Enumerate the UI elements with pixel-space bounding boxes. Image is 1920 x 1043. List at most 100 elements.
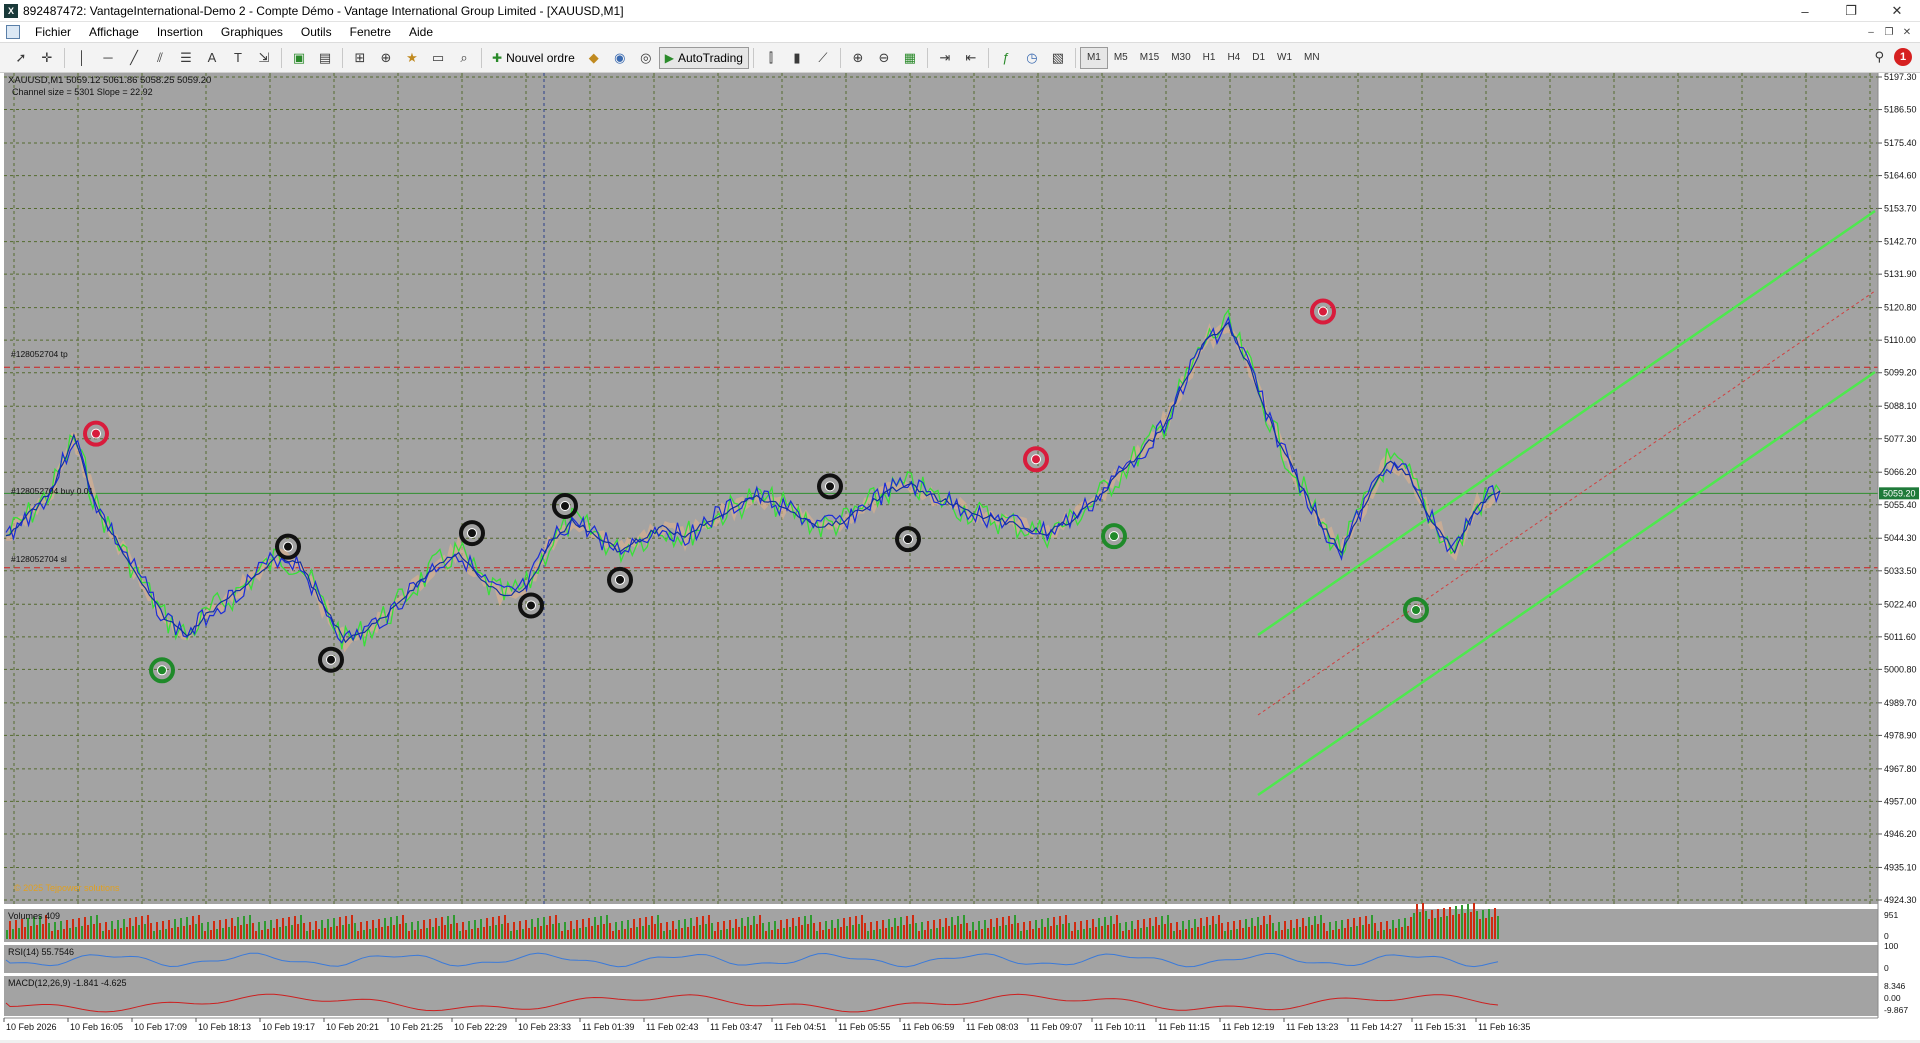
tile-windows-icon[interactable]: ▦ xyxy=(899,47,921,69)
auto-scroll-icon[interactable]: ⇥ xyxy=(934,47,956,69)
chart-window[interactable]: 5197.30 5186.50 5175.40 5164.60 5153.70 5142.… xyxy=(0,72,1920,1040)
indicator-tick-label: -9.867 xyxy=(1884,1005,1908,1015)
timeframe-mn[interactable]: MN xyxy=(1298,47,1326,69)
volume-bar xyxy=(339,917,341,939)
volume-bar xyxy=(771,930,773,939)
volume-bar xyxy=(1311,925,1313,939)
notification-badge[interactable]: 1 xyxy=(1894,48,1912,66)
minimize-button[interactable]: – xyxy=(1782,0,1828,22)
timeframe-m1[interactable]: M1 xyxy=(1079,46,1108,69)
menu-insertion[interactable]: Insertion xyxy=(148,22,212,43)
bar-chart-icon[interactable]: ⫿ xyxy=(760,47,782,69)
volume-bar xyxy=(708,915,710,939)
volume-bar xyxy=(1119,923,1121,939)
chart-restore-button[interactable]: ❐ xyxy=(1880,27,1898,38)
timeframe-m5[interactable]: M5 xyxy=(1108,47,1134,69)
zoom-in-icon[interactable]: ⊕ xyxy=(847,47,869,69)
menu-fichier[interactable]: Fichier xyxy=(26,22,80,43)
menu-graphiques[interactable]: Graphiques xyxy=(212,22,292,43)
vps-icon[interactable]: ◎ xyxy=(635,47,657,69)
volume-bar xyxy=(198,915,200,939)
volume-bar xyxy=(141,916,143,939)
close-button[interactable]: ✕ xyxy=(1874,0,1920,22)
candlestick-icon[interactable]: ▮ xyxy=(786,47,808,69)
price-tick-label: 5120.80 xyxy=(1884,303,1917,313)
trendline-icon[interactable]: ╱ xyxy=(123,47,145,69)
volume-bar xyxy=(192,916,194,939)
periods-icon[interactable]: ◷ xyxy=(1021,47,1043,69)
profiles-icon[interactable]: ▤ xyxy=(314,47,336,69)
chart-close-button[interactable]: ✕ xyxy=(1898,27,1916,38)
volume-bar xyxy=(1164,924,1166,939)
timeframe-m15[interactable]: M15 xyxy=(1134,47,1165,69)
volume-bar xyxy=(642,926,644,939)
indicators-icon[interactable]: ƒ xyxy=(995,47,1017,69)
volume-bar xyxy=(759,915,761,939)
volume-bar xyxy=(312,930,314,939)
timeframe-d1[interactable]: D1 xyxy=(1246,47,1271,69)
volume-bar xyxy=(369,929,371,939)
menu-affichage[interactable]: Affichage xyxy=(80,22,148,43)
time-tick-label: 11 Feb 01:39 xyxy=(582,1022,634,1032)
metaeditor-icon[interactable]: ◆ xyxy=(583,47,605,69)
volume-bar xyxy=(1194,919,1196,939)
zoom-out-icon[interactable]: ⊖ xyxy=(873,47,895,69)
timeframe-h4[interactable]: H4 xyxy=(1221,47,1246,69)
strategy-tester-icon[interactable]: ⌕ xyxy=(453,47,475,69)
volume-bar xyxy=(1437,909,1439,939)
volume-bar xyxy=(1287,929,1289,939)
volume-bar xyxy=(231,918,233,939)
market-watch-icon[interactable]: ⊞ xyxy=(349,47,371,69)
new-order-button[interactable]: ✚ Nouvel ordre xyxy=(486,47,581,69)
volume-bar xyxy=(1380,922,1382,939)
volume-bar xyxy=(447,916,449,939)
signals-icon[interactable]: ◉ xyxy=(609,47,631,69)
volume-bar xyxy=(123,919,125,939)
arrows-icon[interactable]: ⇲ xyxy=(253,47,275,69)
horizontal-line-icon[interactable]: ─ xyxy=(97,47,119,69)
volume-bar xyxy=(1326,931,1328,939)
maximize-button[interactable]: ❐ xyxy=(1828,0,1874,22)
cursor-icon[interactable]: ➚ xyxy=(10,47,32,69)
crosshair-icon[interactable]: ✛ xyxy=(36,47,58,69)
timeframe-h1[interactable]: H1 xyxy=(1197,47,1222,69)
chart-window-icon[interactable] xyxy=(6,25,20,39)
text-label-icon[interactable]: T xyxy=(227,47,249,69)
volume-bar xyxy=(381,927,383,939)
navigator-icon[interactable]: ★ xyxy=(401,47,423,69)
text-icon[interactable]: A xyxy=(201,47,223,69)
menu-fenetre[interactable]: Fenetre xyxy=(341,22,400,43)
window-controls: – ❐ ✕ xyxy=(1782,0,1920,22)
timeframe-w1[interactable]: W1 xyxy=(1271,47,1298,69)
main-pane[interactable] xyxy=(4,73,1878,904)
volume-bar xyxy=(303,923,305,939)
chart-minimize-button[interactable]: – xyxy=(1862,27,1880,38)
volume-bar xyxy=(951,917,953,939)
volume-bar xyxy=(549,916,551,939)
line-chart-icon[interactable]: ⟋ xyxy=(812,47,834,69)
menu-outils[interactable]: Outils xyxy=(292,22,341,43)
terminal-icon[interactable]: ▭ xyxy=(427,47,449,69)
price-chart[interactable]: 5197.30 5186.50 5175.40 5164.60 5153.70 5142.… xyxy=(0,72,1920,1040)
volume-bar xyxy=(1476,911,1478,939)
volume-bar xyxy=(1386,921,1388,939)
volume-bar xyxy=(402,915,404,939)
fibonacci-icon[interactable]: ☰ xyxy=(175,47,197,69)
volume-bar xyxy=(1254,926,1256,939)
search-icon[interactable]: ⚲ xyxy=(1874,49,1884,65)
templates-icon[interactable]: ▧ xyxy=(1047,47,1069,69)
channel-icon[interactable]: ⫽ xyxy=(149,47,171,69)
vertical-line-icon[interactable]: │ xyxy=(71,47,93,69)
autotrading-button[interactable]: ▶ AutoTrading xyxy=(658,46,749,69)
volume-bar xyxy=(63,929,65,939)
volume-bar xyxy=(219,920,221,939)
volume-bar xyxy=(1158,925,1160,939)
volume-bar xyxy=(420,929,422,939)
new-chart-icon[interactable]: ▣ xyxy=(288,47,310,69)
volume-bar xyxy=(105,922,107,939)
rsi-pane[interactable] xyxy=(4,945,1878,973)
timeframe-m30[interactable]: M30 xyxy=(1165,47,1196,69)
chart-shift-icon[interactable]: ⇤ xyxy=(960,47,982,69)
data-window-icon[interactable]: ⊕ xyxy=(375,47,397,69)
menu-aide[interactable]: Aide xyxy=(400,22,442,43)
